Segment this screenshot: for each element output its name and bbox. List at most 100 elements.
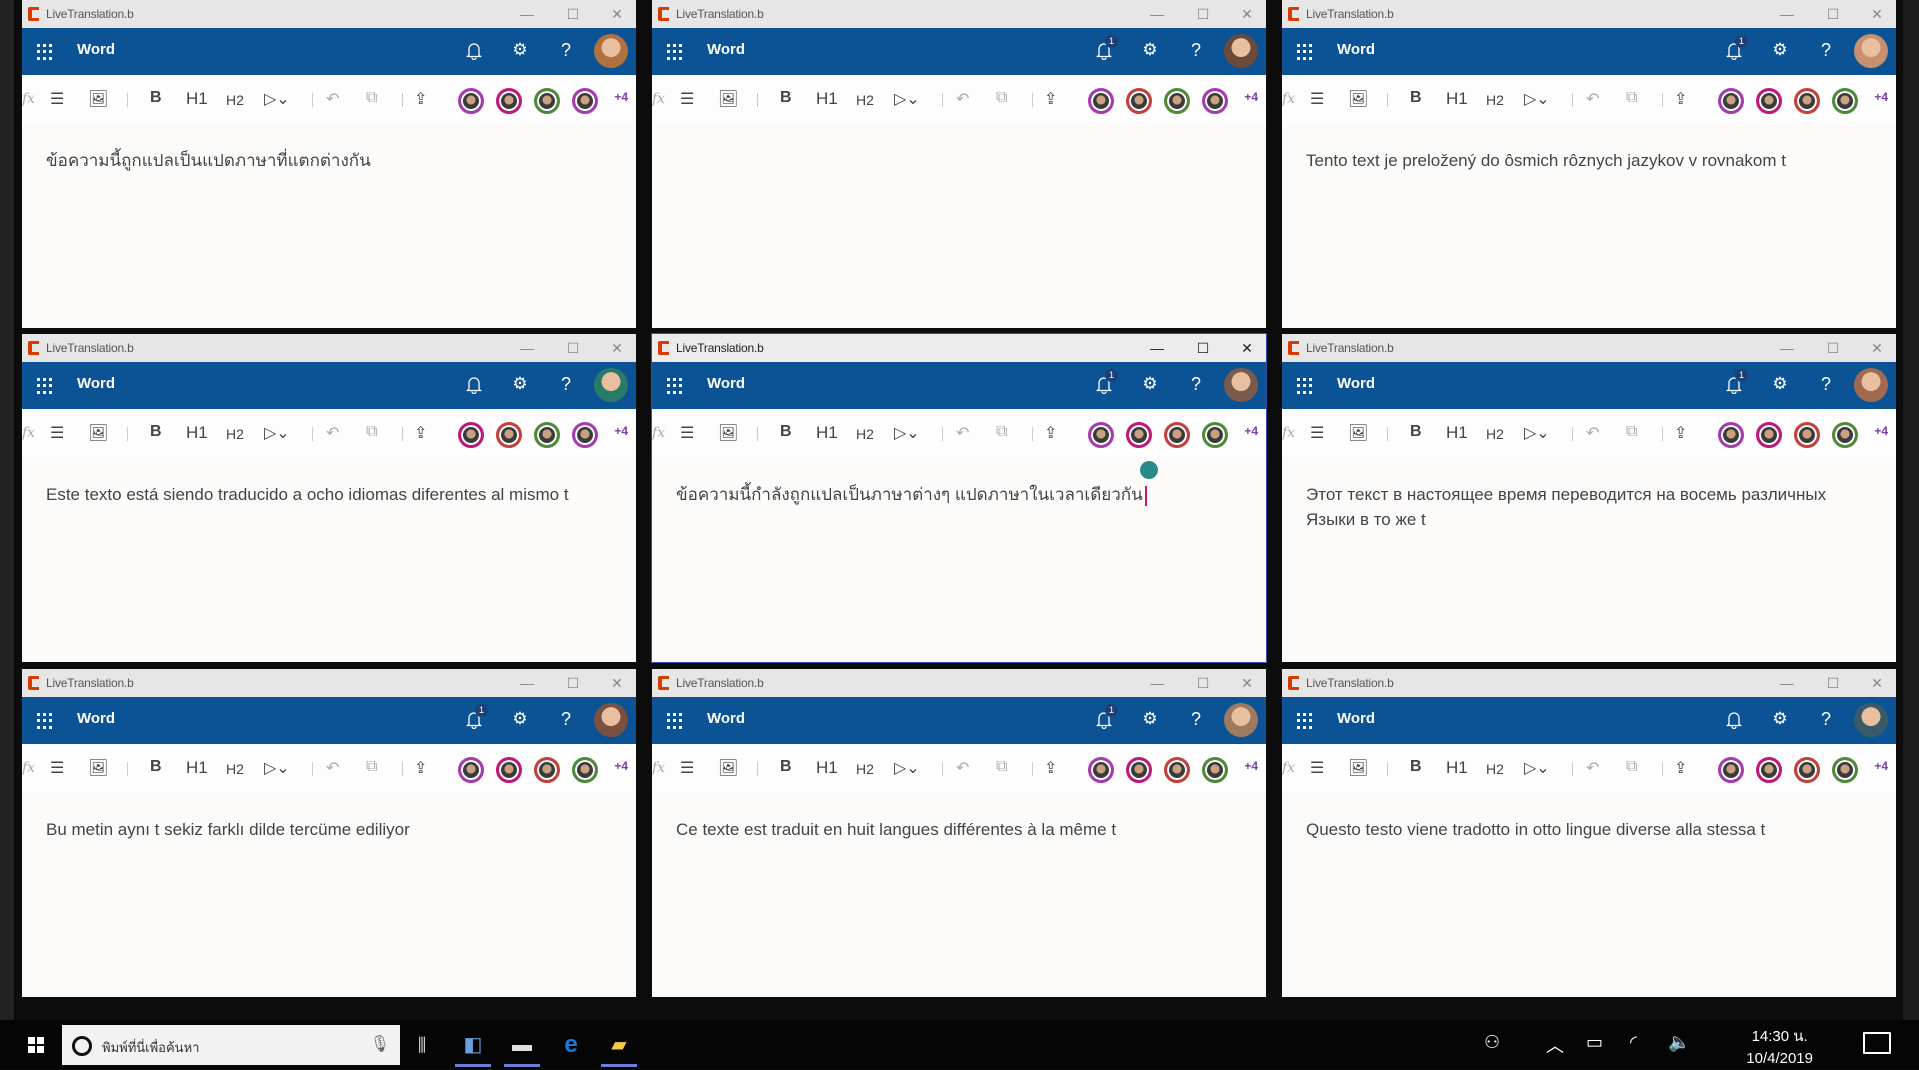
share-icon[interactable]: ⇪	[1044, 423, 1057, 443]
list-icon[interactable]: ☰	[1310, 89, 1324, 109]
app-name[interactable]: Word	[77, 375, 115, 392]
title-bar[interactable]: LiveTranslation.b — ☐ ✕	[652, 0, 1266, 28]
gear-icon[interactable]: ⚙	[1138, 40, 1162, 60]
highlight-dropdown-icon[interactable]: ▷⌄	[264, 423, 290, 443]
word-window-9[interactable]: LiveTranslation.b — ☐ ✕ Word ⚙ ? fx ☰ 🖼 …	[1282, 669, 1896, 997]
undo-icon[interactable]: ↶	[956, 758, 969, 778]
copy-icon[interactable]: ⧉	[366, 89, 377, 107]
h1-button[interactable]: H1	[186, 758, 208, 778]
highlight-dropdown-icon[interactable]: ▷⌄	[264, 758, 290, 778]
formula-button[interactable]: fx	[652, 760, 665, 776]
close-button[interactable]: ✕	[1230, 4, 1264, 24]
help-icon[interactable]: ?	[554, 40, 578, 61]
maximize-button[interactable]: ☐	[556, 673, 590, 693]
collaborator-avatar[interactable]	[1164, 422, 1190, 448]
list-icon[interactable]: ☰	[680, 89, 694, 109]
h2-button[interactable]: H2	[856, 92, 874, 108]
close-button[interactable]: ✕	[1860, 338, 1894, 358]
title-bar[interactable]: LiveTranslation.b — ☐ ✕	[22, 334, 636, 362]
highlight-dropdown-icon[interactable]: ▷⌄	[264, 89, 290, 109]
collaborator-avatar[interactable]	[1794, 422, 1820, 448]
document-body[interactable]: Этот текст в настоящее время переводится…	[1306, 482, 1872, 532]
bell-icon[interactable]: 1	[1092, 704, 1118, 734]
minimize-button[interactable]: —	[1770, 673, 1804, 693]
highlight-dropdown-icon[interactable]: ▷⌄	[894, 89, 920, 109]
h2-button[interactable]: H2	[1486, 426, 1504, 442]
more-collaborators-button[interactable]: +4	[614, 90, 628, 104]
minimize-button[interactable]: —	[510, 4, 544, 24]
document-body[interactable]: Tento text je preložený do ôsmich rôznyc…	[1306, 148, 1872, 173]
user-avatar[interactable]	[1224, 34, 1258, 68]
app-name[interactable]: Word	[707, 375, 745, 392]
more-collaborators-button[interactable]: +4	[614, 759, 628, 773]
share-icon[interactable]: ⇪	[1674, 89, 1687, 109]
close-button[interactable]: ✕	[1230, 338, 1264, 358]
document-body[interactable]: Questo testo viene tradotto in otto ling…	[1306, 817, 1872, 842]
share-icon[interactable]: ⇪	[1044, 758, 1057, 778]
collaborator-avatar[interactable]	[1126, 422, 1152, 448]
taskbar-search-box[interactable]: พิมพ์ที่นี่เพื่อค้นหา 🎙	[62, 1025, 400, 1065]
document-body[interactable]: Ce texte est traduit en huit langues dif…	[676, 817, 1242, 842]
bell-icon[interactable]: 1	[1722, 369, 1748, 399]
bold-button[interactable]: B	[780, 758, 792, 776]
collaborator-avatar[interactable]	[1756, 422, 1782, 448]
h1-button[interactable]: H1	[1446, 423, 1468, 443]
copy-icon[interactable]: ⧉	[996, 758, 1007, 776]
formula-button[interactable]: fx	[22, 425, 35, 441]
user-avatar[interactable]	[1854, 703, 1888, 737]
collaborator-avatar[interactable]	[1088, 422, 1114, 448]
more-collaborators-button[interactable]: +4	[1874, 759, 1888, 773]
gear-icon[interactable]: ⚙	[1768, 374, 1792, 394]
collaborator-avatar[interactable]	[458, 422, 484, 448]
collaborator-avatar[interactable]	[458, 88, 484, 114]
image-icon[interactable]: 🖼	[718, 89, 738, 109]
list-icon[interactable]: ☰	[50, 758, 64, 778]
notepad-app-icon[interactable]: ◧	[453, 1030, 493, 1067]
waffle-icon[interactable]	[667, 713, 683, 729]
app-name[interactable]: Word	[707, 41, 745, 58]
collaborator-avatar[interactable]	[1832, 422, 1858, 448]
waffle-icon[interactable]	[37, 378, 53, 394]
bell-icon[interactable]: 1	[1092, 369, 1118, 399]
maximize-button[interactable]: ☐	[1816, 673, 1850, 693]
user-avatar[interactable]	[1224, 368, 1258, 402]
list-icon[interactable]: ☰	[50, 423, 64, 443]
word-window-5[interactable]: LiveTranslation.b — ☐ ✕ Word 1 ⚙ ? fx ☰ …	[651, 333, 1267, 663]
copy-icon[interactable]: ⧉	[1626, 758, 1637, 776]
waffle-icon[interactable]	[37, 713, 53, 729]
collaborator-avatar[interactable]	[1832, 757, 1858, 783]
image-icon[interactable]: 🖼	[718, 423, 738, 443]
h2-button[interactable]: H2	[226, 92, 244, 108]
highlight-dropdown-icon[interactable]: ▷⌄	[1524, 89, 1550, 109]
gear-icon[interactable]: ⚙	[508, 374, 532, 394]
word-window-7[interactable]: LiveTranslation.b — ☐ ✕ Word 1 ⚙ ? fx ☰ …	[22, 669, 636, 997]
h1-button[interactable]: H1	[1446, 758, 1468, 778]
word-window-1[interactable]: LiveTranslation.b — ☐ ✕ Word ⚙ ? fx ☰ 🖼 …	[22, 0, 636, 328]
close-button[interactable]: ✕	[1230, 673, 1264, 693]
h2-button[interactable]: H2	[856, 426, 874, 442]
formula-button[interactable]: fx	[652, 425, 665, 441]
gear-icon[interactable]: ⚙	[1138, 709, 1162, 729]
h2-button[interactable]: H2	[226, 426, 244, 442]
bell-icon[interactable]: 1	[462, 704, 488, 734]
collaborator-avatar[interactable]	[458, 757, 484, 783]
copy-icon[interactable]: ⧉	[366, 758, 377, 776]
undo-icon[interactable]: ↶	[956, 423, 969, 443]
title-bar[interactable]: LiveTranslation.b — ☐ ✕	[22, 0, 636, 28]
collaborator-avatar[interactable]	[1126, 757, 1152, 783]
close-button[interactable]: ✕	[600, 673, 634, 693]
formula-button[interactable]: fx	[22, 760, 35, 776]
gear-icon[interactable]: ⚙	[1138, 374, 1162, 394]
highlight-dropdown-icon[interactable]: ▷⌄	[894, 423, 920, 443]
maximize-button[interactable]: ☐	[556, 4, 590, 24]
share-icon[interactable]: ⇪	[1674, 423, 1687, 443]
bold-button[interactable]: B	[780, 423, 792, 441]
gear-icon[interactable]: ⚙	[508, 709, 532, 729]
collaborator-avatar[interactable]	[1088, 88, 1114, 114]
undo-icon[interactable]: ↶	[326, 758, 339, 778]
h1-button[interactable]: H1	[186, 89, 208, 109]
help-icon[interactable]: ?	[1184, 40, 1208, 61]
undo-icon[interactable]: ↶	[1586, 89, 1599, 109]
formula-button[interactable]: fx	[1282, 760, 1295, 776]
bold-button[interactable]: B	[1410, 758, 1422, 776]
